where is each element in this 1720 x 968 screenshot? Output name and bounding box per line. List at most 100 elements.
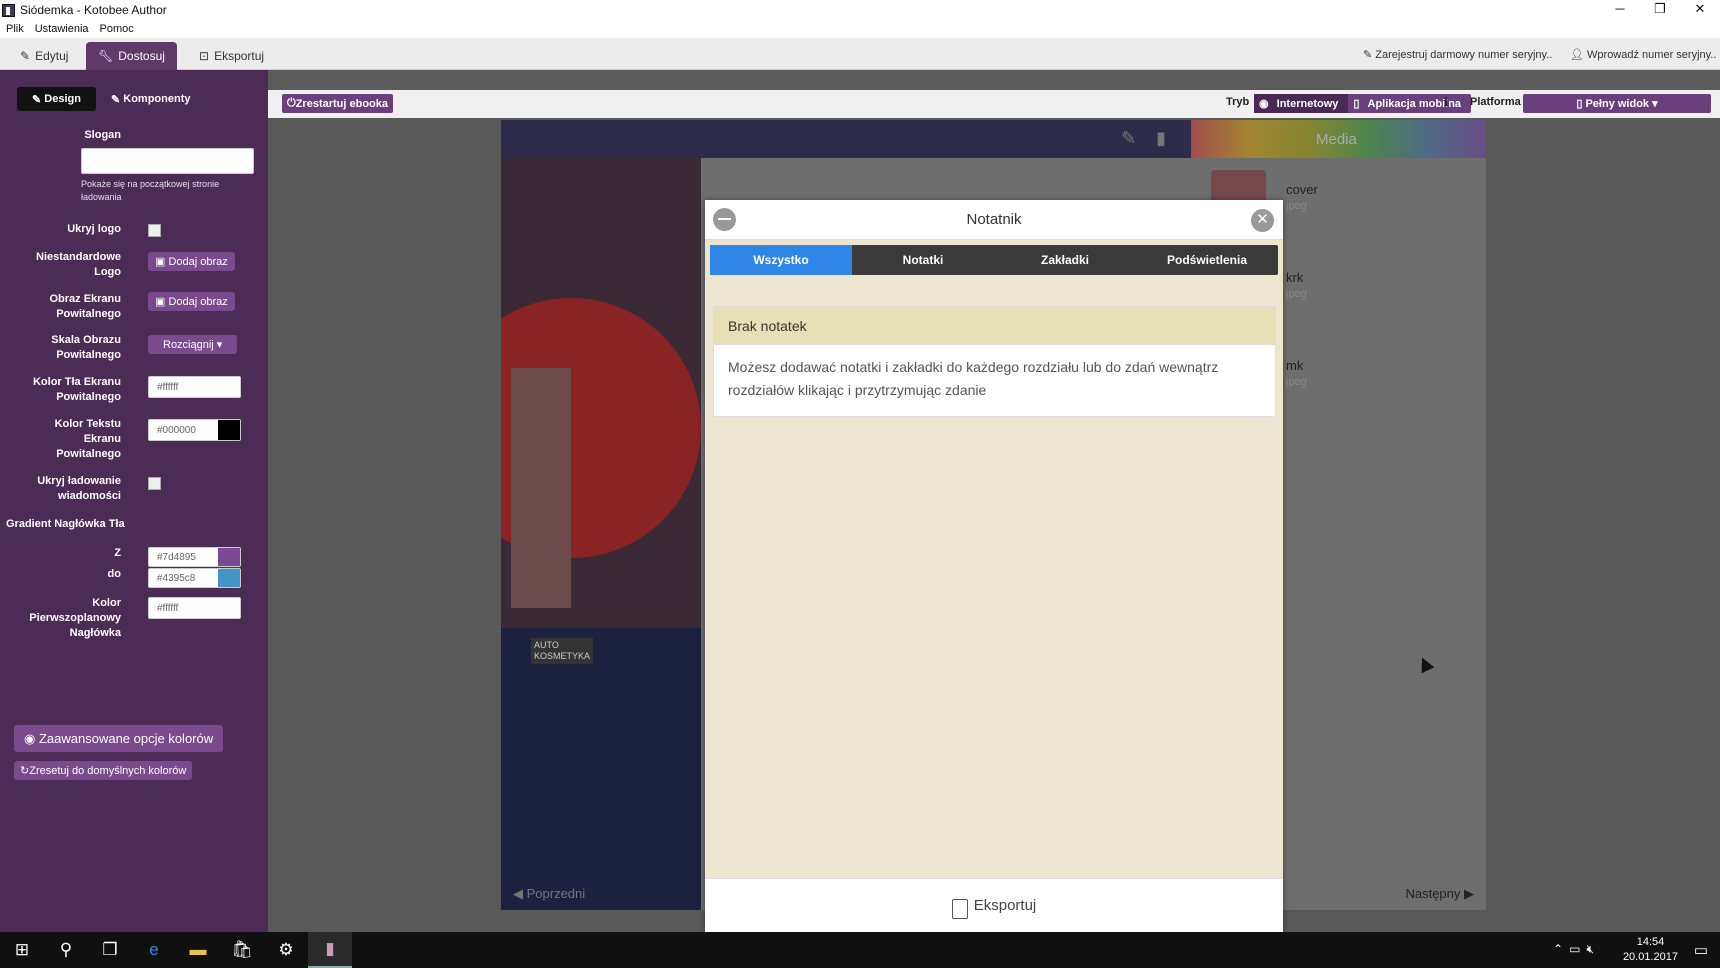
tab-all[interactable]: Wszystko — [710, 245, 852, 275]
caret-down-icon: ▾ — [1649, 98, 1658, 110]
search-icon[interactable]: ⚲ — [44, 932, 88, 968]
media-title: Media — [1316, 131, 1357, 148]
hide-logo-label: Ukryj logo — [67, 223, 121, 235]
minimize-button[interactable]: ─ — [1600, 0, 1640, 20]
add-logo-button[interactable]: ▣ Dodaj obraz — [148, 252, 235, 271]
splash-image-label: Obraz Ekranu Powitalnego — [49, 293, 121, 320]
gradient-to-input[interactable]: #4395c8 — [148, 568, 241, 588]
slogan-input[interactable] — [81, 148, 254, 174]
enter-serial-link[interactable]: 👤︎ Wprowadź numer seryjny.. — [1570, 48, 1716, 61]
mode-label: Tryb — [1226, 96, 1250, 108]
menu-help[interactable]: Pomoc — [100, 23, 134, 35]
scale-dropdown-value: Rozciągnij — [163, 338, 214, 351]
menu-file[interactable]: Plik — [6, 23, 24, 35]
store-icon[interactable]: 🛍︎ — [220, 932, 264, 968]
empty-notes-panel: Brak notatek Możesz dodawać notatki i za… — [713, 306, 1276, 417]
text-color-swatch[interactable] — [218, 420, 240, 440]
mode-web-button[interactable]: ◉ Internetowy — [1254, 94, 1349, 113]
tab-bookmarks[interactable]: Zakładki — [994, 245, 1136, 275]
settings-icon[interactable]: ⚙ — [264, 932, 308, 968]
file-explorer-icon[interactable]: ▬ — [176, 932, 220, 968]
export-icon: ⊡ — [199, 49, 210, 63]
add-splash-image-button[interactable]: ▣ Dodaj obraz — [148, 292, 235, 311]
tab-highlights[interactable]: Podświetlenia — [1136, 245, 1278, 275]
export-notes-button[interactable]: Eksportuj — [705, 878, 1283, 932]
tab-edit[interactable]: ✎ Edytuj — [8, 42, 80, 70]
mode-toggle: ◉ Internetowy ▯ Aplikacja mobilna — [1254, 94, 1472, 113]
info-icon[interactable]: ℹ — [1444, 96, 1448, 109]
pencil-icon: ✎ — [20, 49, 31, 63]
register-serial-label: Zarejestruj darmowy numer seryjny.. — [1375, 49, 1553, 61]
slogan-hint: Pokaże się na początkowej stronie ładowa… — [81, 179, 220, 202]
task-view-icon[interactable]: ❐ — [88, 932, 132, 968]
hide-loading-label: Ukryj ładowanie wiadomości — [37, 475, 121, 502]
text-color-input[interactable]: #000000 — [148, 419, 241, 441]
clock[interactable]: 14:54 20.01.2017 — [1623, 935, 1678, 965]
tab-export[interactable]: ⊡ Eksportuj — [187, 42, 276, 70]
bg-color-label: Kolor Tła Ekranu Powitalnego — [32, 376, 121, 403]
close-button[interactable]: ✕ — [1680, 0, 1720, 20]
previous-label: Poprzedni — [526, 886, 586, 901]
edge-icon[interactable]: e — [132, 932, 176, 968]
start-icon[interactable]: ⊞ — [0, 932, 44, 968]
media-item-ext: jpeg — [1286, 376, 1307, 388]
gradient-from-input[interactable]: #7d4895 — [148, 547, 241, 567]
gradient-to-swatch[interactable] — [218, 569, 240, 587]
media-header: Media — [1191, 120, 1486, 158]
register-serial-link[interactable]: ✎ Zarejestruj darmowy numer seryjny.. — [1363, 48, 1552, 61]
cover-image: AUTO KOSMETYKA — [501, 158, 701, 910]
empty-notes-body: Możesz dodawać notatki i zakładki do każ… — [728, 359, 1219, 398]
sidebar-tabs: ✎ Design ✎ Komponenty — [17, 87, 205, 111]
tab-notes[interactable]: Notatki — [852, 245, 994, 275]
notification-icon[interactable]: ▭ — [1694, 941, 1708, 959]
cover-tower-shape — [511, 368, 571, 608]
hide-loading-checkbox[interactable] — [148, 477, 161, 490]
windows-taskbar: ⊞ ⚲ ❐ e ▬ 🛍︎ ⚙ ▮ ⌃▭🔇︎ 14:54 20.01.2017 ▭ — [0, 932, 1720, 968]
clock-date: 20.01.2017 — [1622, 951, 1678, 963]
platform-dropdown[interactable]: ▯ Pełny widok ▾ — [1523, 94, 1711, 113]
close-modal-icon[interactable]: ✕ — [1251, 209, 1274, 232]
tab-components[interactable]: ✎ Komponenty — [96, 87, 206, 111]
gradient-from-value: #7d4895 — [157, 551, 196, 563]
gradient-from-swatch[interactable] — [218, 548, 240, 566]
cover-sign: AUTO KOSMETYKA — [531, 638, 593, 664]
export-notes-label: Eksportuj — [973, 897, 1037, 914]
notebook-tabs: Wszystko Notatki Zakładki Podświetlenia — [710, 245, 1278, 275]
reset-colors-label: Zresetuj do domyślnych kolorów — [29, 764, 187, 777]
tab-design[interactable]: ✎ Design — [17, 87, 96, 111]
system-tray-icons[interactable]: ⌃▭🔇︎ — [1553, 942, 1600, 957]
notebook-modal: Notatnik ✕ Wszystko Notatki Zakładki Pod… — [705, 200, 1283, 932]
gradient-to-label: do — [107, 568, 121, 580]
gradient-from-label: Z — [114, 547, 121, 559]
previous-button[interactable]: ◀ Poprzedni — [513, 886, 585, 902]
gradient-label: Gradient Nagłówka Tła — [6, 518, 125, 530]
gradient-to-value: #4395c8 — [157, 572, 196, 584]
fg-color-label: Kolor Pierwszoplanowy Nagłówka — [29, 597, 121, 639]
media-item-name: cover — [1286, 182, 1318, 197]
modal-header: Notatnik ✕ — [705, 200, 1283, 240]
tab-components-label: Komponenty — [123, 93, 191, 105]
next-button[interactable]: Następny ▶ — [1405, 886, 1474, 902]
fg-color-input[interactable]: #ffffff — [148, 597, 241, 619]
reset-colors-button[interactable]: ↻ Zresetuj do domyślnych kolorów — [14, 761, 193, 780]
media-item-name: mk — [1286, 358, 1304, 373]
kotobee-app-icon[interactable]: ▮ — [308, 932, 352, 968]
scale-dropdown[interactable]: Rozciągnij ▾ — [148, 335, 238, 354]
pencil-icon[interactable]: ✎ — [1121, 128, 1136, 149]
bookmark-icon[interactable]: ▮ — [1156, 128, 1166, 149]
menu-settings[interactable]: Ustawienia — [35, 23, 89, 35]
maximize-button[interactable]: ❐ — [1640, 0, 1680, 20]
window-title: Siódemka - Kotobee Author — [20, 3, 167, 17]
clock-time: 14:54 — [1636, 936, 1665, 948]
hide-logo-checkbox[interactable] — [148, 224, 161, 237]
bg-color-input[interactable]: #ffffff — [148, 376, 241, 398]
advanced-colors-button[interactable]: ◉ Zaawansowane opcje kolorów — [14, 725, 224, 752]
tab-customize-label: Dostosuj — [118, 49, 165, 63]
ebook-header: ✎ ▮ — [501, 120, 1191, 158]
add-splash-label: Dodaj obraz — [168, 295, 228, 308]
tab-customize[interactable]: 🔧︎ Dostosuj — [86, 42, 177, 70]
platform-value: Pełny widok — [1585, 97, 1650, 110]
tab-design-label: Design — [44, 93, 81, 105]
restart-ebook-button[interactable]: ⏻ Zrestartuj ebooka — [282, 94, 394, 113]
mode-mobile-button[interactable]: ▯ Aplikacja mobilna — [1348, 94, 1471, 113]
